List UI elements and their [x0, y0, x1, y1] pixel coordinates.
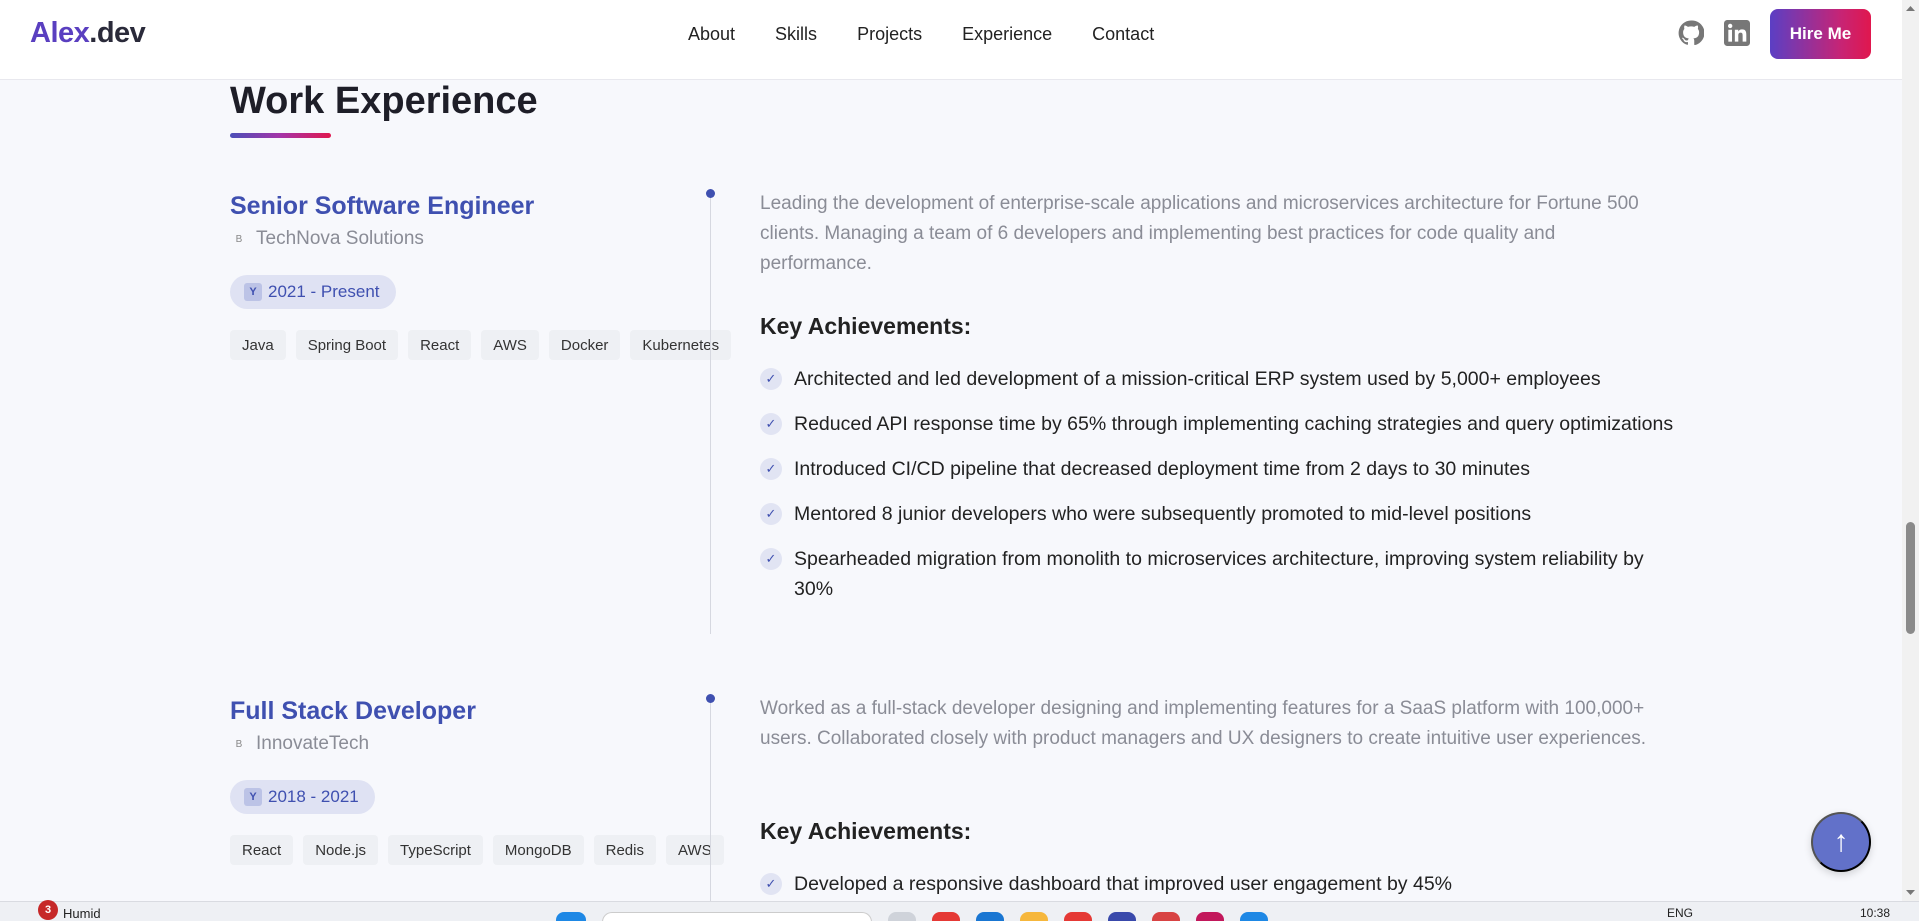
app-icon[interactable]: [976, 912, 1004, 921]
company-name: TechNova Solutions: [256, 228, 424, 249]
check-icon: ✓: [760, 458, 782, 480]
achievement-item: ✓ Introduced CI/CD pipeline that decrease…: [760, 454, 1680, 484]
app-icon[interactable]: [888, 912, 916, 921]
social-icons: [1678, 20, 1750, 46]
timeline-dot: [706, 694, 715, 703]
tech-tag: AWS: [665, 835, 724, 865]
tech-tag: TypeScript: [388, 835, 483, 865]
linkedin-icon[interactable]: [1724, 20, 1750, 46]
nav-link-contact[interactable]: Contact: [1092, 24, 1154, 45]
achievement-text: Reduced API response time by 65% through…: [794, 413, 1674, 435]
building-icon: B: [235, 233, 243, 245]
app-icon[interactable]: [932, 912, 960, 921]
nav-link-about[interactable]: About: [688, 24, 735, 45]
achievement-item: ✓ Reduced API response time by 65% throug…: [760, 409, 1680, 439]
browser-icon[interactable]: [1152, 912, 1180, 921]
browser-icon[interactable]: [1196, 912, 1224, 921]
os-taskbar: 3 Humid ENG 10:38: [0, 900, 1919, 921]
achievement-text: Spearheaded migration from monolith to m…: [794, 548, 1644, 600]
achievement-text: Architected and led development of a mis…: [794, 368, 1601, 390]
timeline-dot: [706, 189, 715, 198]
app-icon[interactable]: [1064, 912, 1092, 921]
check-icon: ✓: [760, 368, 782, 390]
section-title: Work Experience: [230, 80, 538, 122]
clock[interactable]: 10:38: [1860, 906, 1890, 920]
calendar-icon: Y: [244, 283, 262, 301]
tech-tags: React Node.js TypeScript MongoDB Redis A…: [230, 835, 724, 865]
calendar-app-icon[interactable]: [1108, 912, 1136, 921]
check-icon: ✓: [760, 873, 782, 895]
main-nav: About Skills Projects Experience Contact: [688, 24, 1194, 45]
check-icon: ✓: [760, 503, 782, 525]
role-title: Full Stack Developer: [230, 697, 476, 725]
tech-tags: Java Spring Boot React AWS Docker Kubern…: [230, 330, 732, 360]
building-icon: B: [235, 738, 243, 750]
timeline-line: [710, 695, 711, 901]
period-text: 2018 - 2021: [268, 787, 359, 806]
achievement-item: ✓ Developed a responsive dashboard that i…: [760, 869, 1680, 899]
scrollbar-thumb[interactable]: [1906, 522, 1915, 634]
achievement-text: Developed a responsive dashboard that im…: [794, 873, 1453, 895]
app-icon[interactable]: [1240, 912, 1268, 921]
top-navbar: Alex.dev About Skills Projects Experienc…: [0, 0, 1902, 80]
calendar-icon: Y: [244, 788, 262, 806]
period-text: 2021 - Present: [268, 282, 380, 301]
page-scrollbar[interactable]: [1902, 0, 1919, 901]
tech-tag: Docker: [548, 330, 621, 360]
achievement-text: Introduced CI/CD pipeline that decreased…: [794, 458, 1530, 480]
company-name: InnovateTech: [256, 733, 370, 754]
company-row: B InnovateTech: [232, 733, 369, 755]
check-icon: ✓: [760, 413, 782, 435]
period-badge: Y 2021 - Present: [230, 275, 396, 309]
achievements-title: Key Achievements:: [760, 313, 972, 339]
tech-tag: Spring Boot: [295, 330, 399, 360]
title-underline: [230, 133, 331, 138]
weather-text[interactable]: Humid: [63, 906, 101, 921]
tech-tag: Java: [230, 330, 286, 360]
scroll-down-arrow-icon[interactable]: [1902, 884, 1919, 901]
tech-tag: Kubernetes: [630, 330, 732, 360]
achievement-item: ✓ Spearheaded migration from monolith to …: [760, 544, 1680, 604]
achievement-text: Mentored 8 junior developers who were su…: [794, 503, 1532, 525]
language-indicator[interactable]: ENG: [1667, 906, 1693, 920]
tech-tag: React: [408, 330, 472, 360]
back-to-top-button[interactable]: ↑: [1811, 812, 1871, 872]
taskbar-apps: [556, 912, 1268, 921]
nav-link-skills[interactable]: Skills: [775, 24, 817, 45]
tech-tag: Node.js: [303, 835, 379, 865]
tech-tag: MongoDB: [492, 835, 584, 865]
site-logo[interactable]: Alex.dev: [30, 17, 146, 50]
notification-badge: 3: [38, 900, 58, 920]
taskbar-search[interactable]: [602, 912, 872, 921]
role-description: Leading the development of enterprise-sc…: [760, 193, 1639, 274]
logo-tld: .dev: [89, 17, 146, 49]
nav-link-projects[interactable]: Projects: [857, 24, 922, 45]
timeline-line: [710, 190, 711, 634]
role-description: Worked as a full-stack developer designi…: [760, 698, 1647, 749]
tech-tag: Redis: [593, 835, 656, 865]
role-title: Senior Software Engineer: [230, 192, 535, 220]
tech-tag: React: [230, 835, 294, 865]
achievement-item: ✓ Architected and led development of a mi…: [760, 364, 1680, 394]
achievement-item: ✓ Mentored 8 junior developers who were s…: [760, 499, 1680, 529]
scroll-up-arrow-icon[interactable]: [1902, 0, 1919, 17]
folder-icon[interactable]: [1020, 912, 1048, 921]
start-icon[interactable]: [556, 912, 586, 921]
company-row: B TechNova Solutions: [232, 228, 424, 250]
tech-tag: AWS: [481, 330, 539, 360]
achievements-list: ✓ Architected and led development of a mi…: [760, 364, 1680, 619]
hire-me-button[interactable]: Hire Me: [1770, 9, 1871, 59]
check-icon: ✓: [760, 548, 782, 570]
logo-brand: Alex: [30, 17, 90, 49]
github-icon[interactable]: [1678, 20, 1705, 46]
achievements-title: Key Achievements:: [760, 818, 972, 844]
period-badge: Y 2018 - 2021: [230, 780, 375, 814]
nav-link-experience[interactable]: Experience: [962, 24, 1052, 45]
